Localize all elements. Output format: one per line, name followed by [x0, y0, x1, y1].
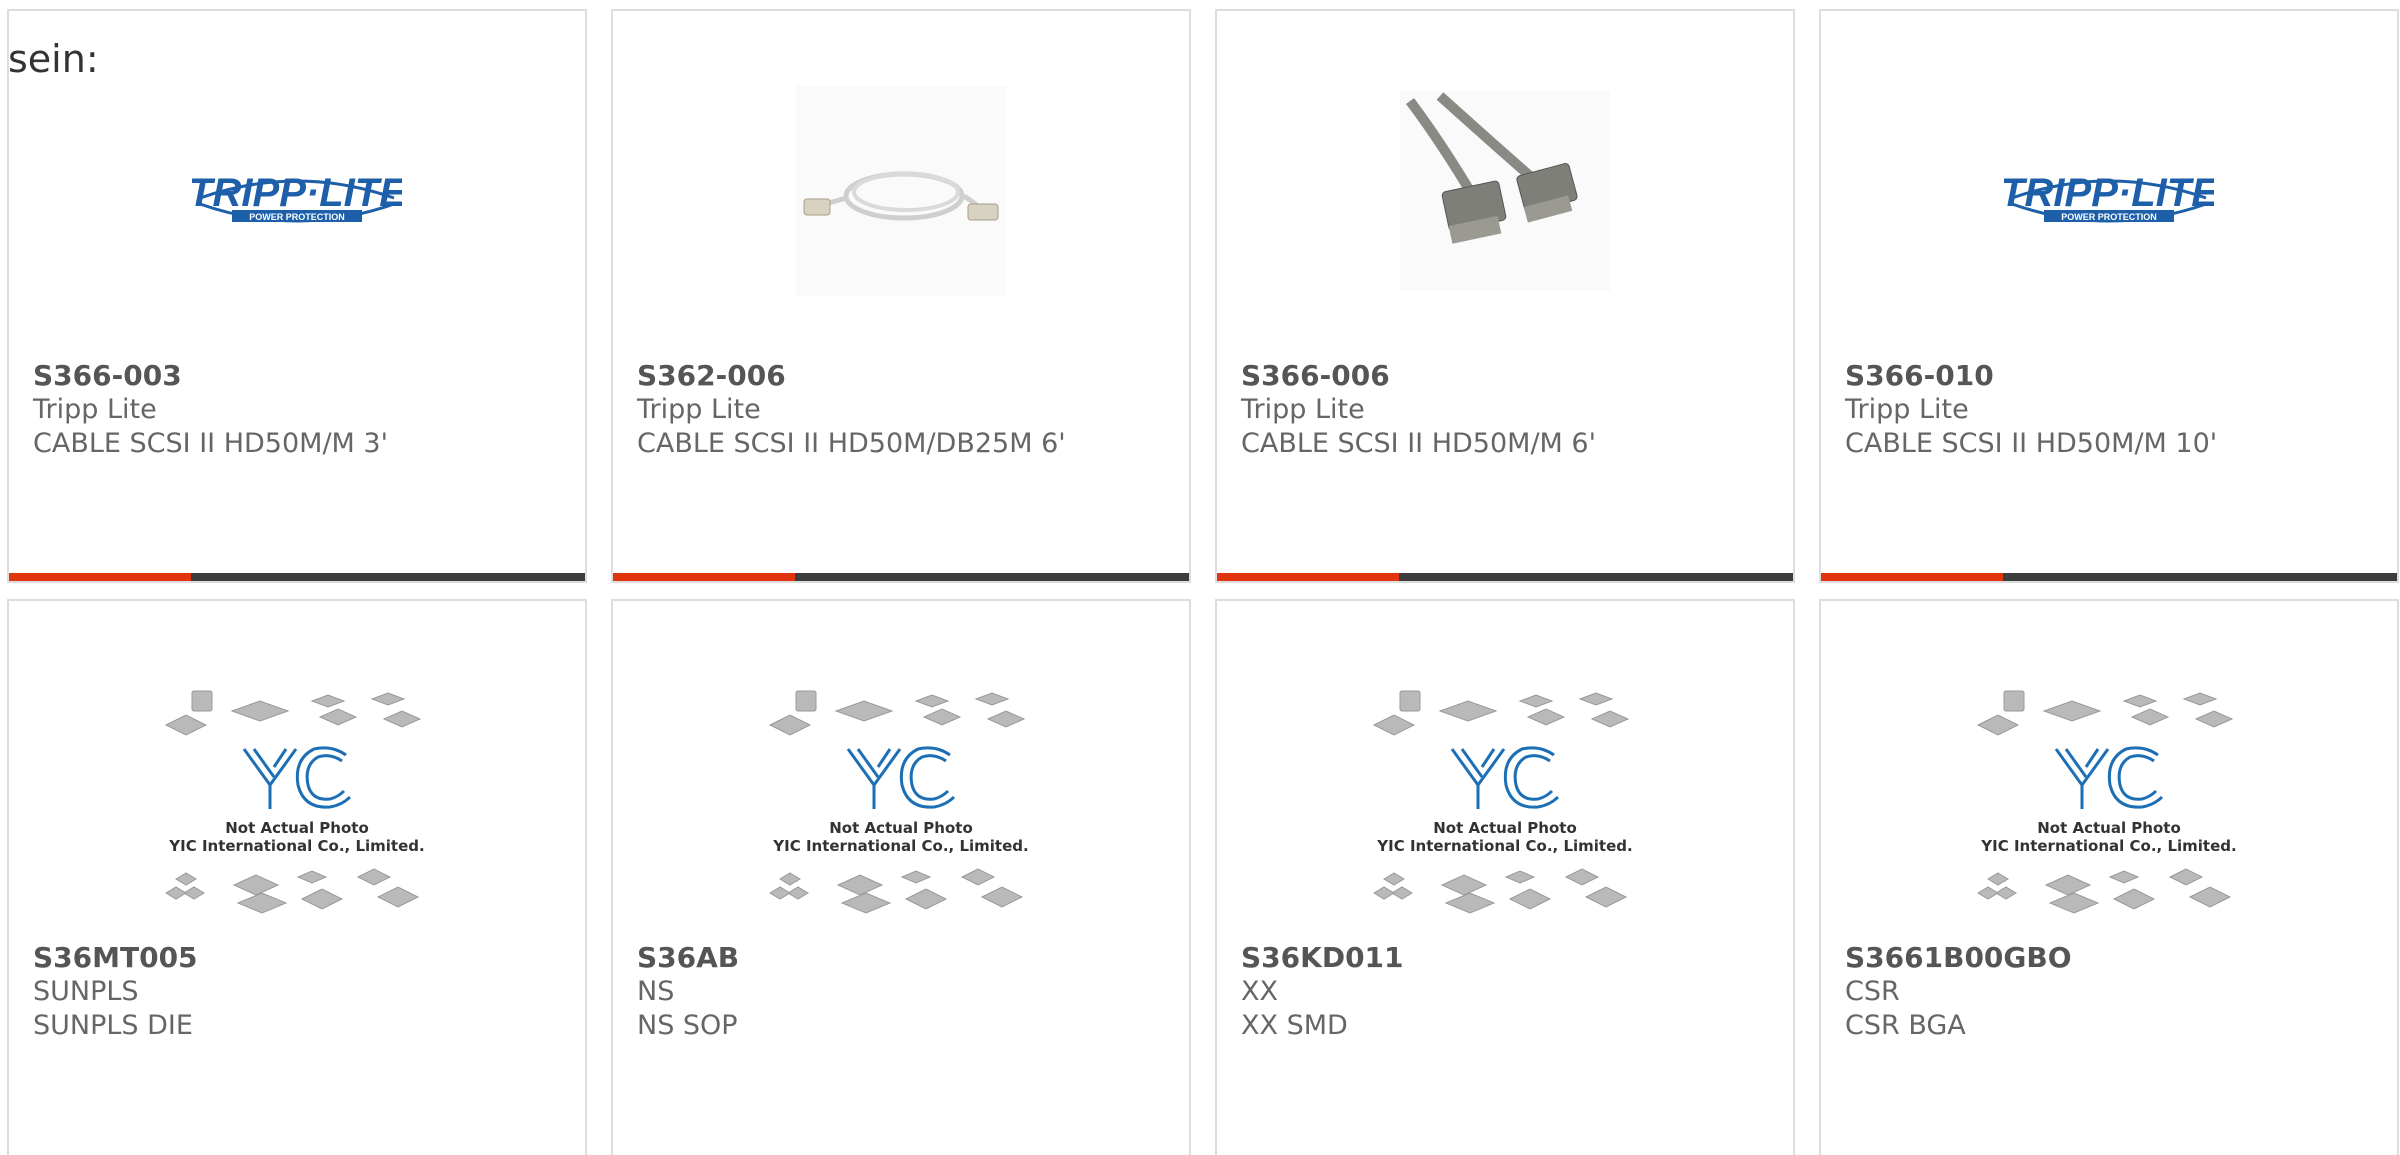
yic-placeholder-icon: Not Actual Photo YIC International Co., …	[164, 690, 425, 914]
product-image[interactable]: Not Actual Photo YIC International Co., …	[613, 689, 1189, 929]
product-image[interactable]: TRIPP·LITE POWER PROTECTION	[1821, 71, 2397, 311]
product-card[interactable]: Not Actual Photo YIC International Co., …	[1215, 599, 1795, 1155]
description: CABLE SCSI II HD50M/M 6'	[1241, 428, 1597, 459]
manufacturer: XX	[1241, 976, 1278, 1007]
description: SUNPLS DIE	[33, 1010, 193, 1041]
product-image[interactable]	[613, 81, 1189, 301]
svg-text:YIC International Co., Limited: YIC International Co., Limited.	[772, 837, 1028, 855]
card-footer-bar	[9, 573, 585, 581]
svg-text:POWER PROTECTION: POWER PROTECTION	[249, 212, 345, 222]
product-image[interactable]: Not Actual Photo YIC International Co., …	[1217, 689, 1793, 929]
svg-text:TRIPP·LITE: TRIPP·LITE	[192, 171, 402, 215]
tripp-lite-logo-icon: TRIPP·LITE POWER PROTECTION	[192, 171, 402, 223]
accent-bar	[9, 573, 191, 581]
manufacturer: Tripp Lite	[1845, 394, 1969, 425]
yic-placeholder-icon: Not Actual Photo YIC International Co., …	[1372, 690, 1633, 914]
product-image[interactable]: Not Actual Photo YIC International Co., …	[9, 689, 585, 929]
manufacturer: SUNPLS	[33, 976, 139, 1007]
product-image[interactable]	[1217, 81, 1793, 301]
cable-connectors-photo-icon	[1400, 91, 1610, 291]
yic-placeholder-icon: Not Actual Photo YIC International Co., …	[768, 690, 1029, 914]
product-card[interactable]: Not Actual Photo YIC International Co., …	[7, 599, 587, 1155]
intro-text: sein:	[8, 37, 99, 81]
product-card[interactable]: Not Actual Photo YIC International Co., …	[611, 599, 1191, 1155]
product-image[interactable]: TRIPP·LITE POWER PROTECTION	[9, 71, 585, 311]
part-number[interactable]: S36KD011	[1241, 941, 1783, 975]
svg-text:Not Actual Photo: Not Actual Photo	[829, 819, 973, 837]
tripp-lite-logo-icon: TRIPP·LITE POWER PROTECTION	[2004, 171, 2214, 223]
part-number[interactable]: S36MT005	[33, 941, 575, 975]
svg-text:YIC International Co., Limited: YIC International Co., Limited.	[1980, 837, 2236, 855]
product-card[interactable]: TRIPP·LITE POWER PROTECTION S366-003 Tri…	[7, 9, 587, 583]
card-footer-bar	[1217, 573, 1793, 581]
svg-text:YIC International Co., Limited: YIC International Co., Limited.	[168, 837, 424, 855]
description: CABLE SCSI II HD50M/M 3'	[33, 428, 389, 459]
description: CABLE SCSI II HD50M/M 10'	[1845, 428, 2218, 459]
part-number[interactable]: S362-006	[637, 359, 1179, 393]
product-image[interactable]: Not Actual Photo YIC International Co., …	[1821, 689, 2397, 929]
part-number[interactable]: S3661B00GBO	[1845, 941, 2387, 975]
manufacturer: Tripp Lite	[637, 394, 761, 425]
description: CABLE SCSI II HD50M/DB25M 6'	[637, 428, 1066, 459]
manufacturer: Tripp Lite	[1241, 394, 1365, 425]
manufacturer: NS	[637, 976, 675, 1007]
accent-bar	[1821, 573, 2003, 581]
manufacturer: CSR	[1845, 976, 1900, 1007]
manufacturer: Tripp Lite	[33, 394, 157, 425]
product-card[interactable]: Not Actual Photo YIC International Co., …	[1819, 599, 2399, 1155]
svg-text:Not Actual Photo: Not Actual Photo	[1433, 819, 1577, 837]
product-card[interactable]: S362-006 Tripp Lite CABLE SCSI II HD50M/…	[611, 9, 1191, 583]
accent-bar	[1217, 573, 1399, 581]
description: NS SOP	[637, 1010, 738, 1041]
yic-placeholder-icon: Not Actual Photo YIC International Co., …	[1976, 690, 2237, 914]
part-number[interactable]: S36AB	[637, 941, 1179, 975]
card-footer-bar	[1821, 573, 2397, 581]
card-footer-bar	[613, 573, 1189, 581]
product-grid: TRIPP·LITE POWER PROTECTION S366-003 Tri…	[0, 0, 2400, 1155]
svg-text:Not Actual Photo: Not Actual Photo	[225, 819, 369, 837]
svg-text:POWER PROTECTION: POWER PROTECTION	[2061, 212, 2157, 222]
description: CSR BGA	[1845, 1010, 1966, 1041]
product-card[interactable]: S366-006 Tripp Lite CABLE SCSI II HD50M/…	[1215, 9, 1795, 583]
cable-coiled-photo-icon	[796, 86, 1006, 296]
part-number[interactable]: S366-003	[33, 359, 575, 393]
svg-text:YIC International Co., Limited: YIC International Co., Limited.	[1376, 837, 1632, 855]
svg-text:TRIPP·LITE: TRIPP·LITE	[2004, 171, 2214, 215]
part-number[interactable]: S366-010	[1845, 359, 2387, 393]
product-card[interactable]: TRIPP·LITE POWER PROTECTION S366-010 Tri…	[1819, 9, 2399, 583]
svg-text:Not Actual Photo: Not Actual Photo	[2037, 819, 2181, 837]
accent-bar	[613, 573, 795, 581]
description: XX SMD	[1241, 1010, 1348, 1041]
part-number[interactable]: S366-006	[1241, 359, 1783, 393]
product-listing-page: TRIPP·LITE POWER PROTECTION S366-003 Tri…	[0, 0, 2400, 1155]
